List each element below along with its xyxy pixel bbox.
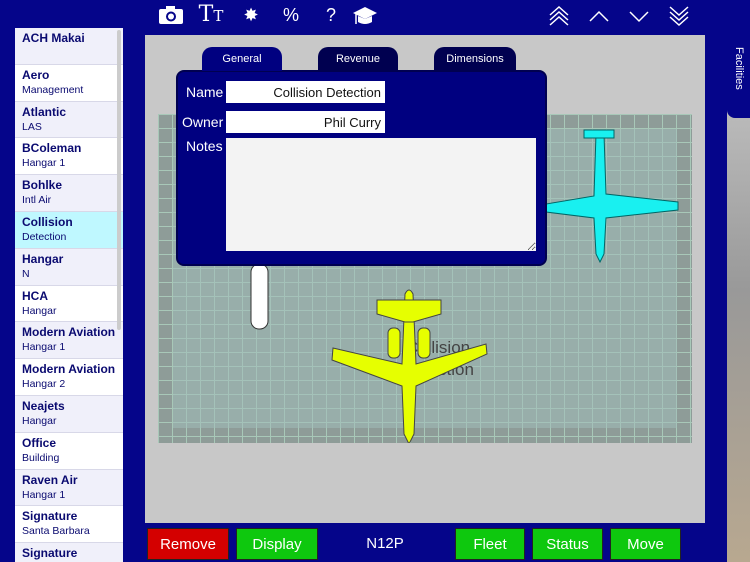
- item-title: Collision: [22, 214, 73, 229]
- bottom-toolbar: Remove Display N12P Fleet Status Move: [145, 527, 705, 562]
- item-title: Bohlke: [22, 178, 63, 193]
- status-button[interactable]: Status: [532, 528, 603, 560]
- item-subtitle: Hangar 2: [22, 378, 66, 391]
- aircraft-yellow[interactable]: [331, 289, 488, 443]
- help-icon[interactable]: ?: [316, 5, 346, 29]
- facility-list-item[interactable]: Bohlke Intl Air: [15, 175, 123, 212]
- facility-list-item[interactable]: Hangar N: [15, 248, 123, 286]
- item-title: Atlantic: [22, 104, 67, 119]
- item-subtitle: Hangar 1: [22, 157, 66, 170]
- facility-list-item[interactable]: Raven Air Hangar 1: [15, 469, 123, 507]
- aircraft-cyan[interactable]: [542, 129, 679, 264]
- move-button[interactable]: Move: [610, 528, 681, 560]
- item-subtitle: Hangar 1: [22, 488, 66, 501]
- double-up-icon[interactable]: [544, 5, 574, 29]
- tab-dimensions[interactable]: Dimensions: [434, 47, 516, 71]
- item-subtitle: Detection: [22, 230, 67, 243]
- facility-list-item[interactable]: Collision Detection: [15, 211, 123, 249]
- item-title: Signature: [22, 546, 78, 561]
- name-field[interactable]: [226, 81, 385, 103]
- aircraft-white[interactable]: [250, 263, 269, 330]
- percent-icon[interactable]: %: [276, 5, 306, 29]
- item-subtitle: Management: [22, 83, 84, 96]
- burst-icon[interactable]: ✸: [236, 5, 266, 29]
- facility-list-item[interactable]: Modern Aviation Hangar 1: [15, 322, 123, 360]
- item-title: Office: [22, 435, 57, 450]
- text-size-icon[interactable]: TT: [196, 2, 226, 27]
- item-title: Neajets: [22, 398, 65, 413]
- hangar-canvas[interactable]: CollisionDetection General Revenue Dimen…: [145, 35, 705, 523]
- item-title: HCA: [22, 288, 48, 303]
- item-title: Signature: [22, 509, 78, 524]
- facility-list-item[interactable]: Signature Santa Barbara: [15, 506, 123, 544]
- item-title: Modern Aviation: [22, 362, 116, 377]
- name-label: Name: [186, 84, 224, 100]
- notes-field[interactable]: [226, 138, 536, 251]
- item-title: Modern Aviation: [22, 325, 116, 340]
- item-subtitle: Hangar 1: [22, 341, 66, 354]
- toolbar: TT ✸ % ?: [150, 0, 710, 34]
- item-title: Raven Air: [22, 472, 78, 487]
- facility-list-item[interactable]: Modern Aviation Hangar 2: [15, 359, 123, 396]
- item-subtitle: LAS: [22, 120, 42, 133]
- owner-label: Owner: [182, 114, 224, 130]
- item-subtitle: Building: [22, 451, 60, 464]
- facility-list[interactable]: ACH Makai Aero Management Atlantic LAS BColem…: [15, 28, 123, 562]
- item-title: Hangar: [22, 251, 64, 266]
- tab-revenue[interactable]: Revenue: [318, 47, 398, 71]
- facility-list-item[interactable]: Neajets Hangar: [15, 395, 123, 433]
- facility-list-item[interactable]: Aero Management: [15, 64, 123, 102]
- up-icon[interactable]: [584, 5, 614, 29]
- tail-number: N12P: [366, 535, 404, 552]
- facility-list-item[interactable]: Signature: [15, 543, 123, 562]
- item-subtitle: Hangar: [22, 304, 57, 317]
- notes-label: Notes: [186, 138, 223, 154]
- graduation-cap-icon[interactable]: [350, 5, 380, 29]
- double-down-icon[interactable]: [664, 5, 694, 29]
- facility-list-item[interactable]: Office Building: [15, 432, 123, 470]
- display-button[interactable]: Display: [236, 528, 318, 560]
- fleet-button[interactable]: Fleet: [455, 528, 525, 560]
- facility-dialog: General Revenue Dimensions Name Owner No…: [176, 47, 547, 266]
- item-subtitle: N: [22, 267, 30, 280]
- list-scrollbar[interactable]: [117, 30, 121, 330]
- item-title: ACH Makai: [22, 31, 85, 45]
- facility-list-item[interactable]: HCA Hangar: [15, 285, 123, 323]
- side-panel: Facilities: [727, 18, 750, 562]
- facility-list-item[interactable]: BColeman Hangar 1: [15, 138, 123, 176]
- owner-field[interactable]: [226, 111, 385, 133]
- item-subtitle: Intl Air: [22, 194, 52, 207]
- camera-icon[interactable]: [156, 5, 186, 29]
- item-subtitle: Santa Barbara: [22, 525, 90, 538]
- facilities-tab[interactable]: Facilities: [727, 18, 750, 118]
- down-icon[interactable]: [624, 5, 654, 29]
- facility-list-item[interactable]: Atlantic LAS: [15, 101, 123, 139]
- item-title: Aero: [22, 67, 50, 82]
- item-subtitle: Hangar: [22, 414, 57, 427]
- item-title: BColeman: [22, 141, 82, 156]
- facility-list-item[interactable]: ACH Makai: [15, 28, 123, 65]
- tab-general[interactable]: General: [202, 47, 282, 71]
- remove-button[interactable]: Remove: [147, 528, 229, 560]
